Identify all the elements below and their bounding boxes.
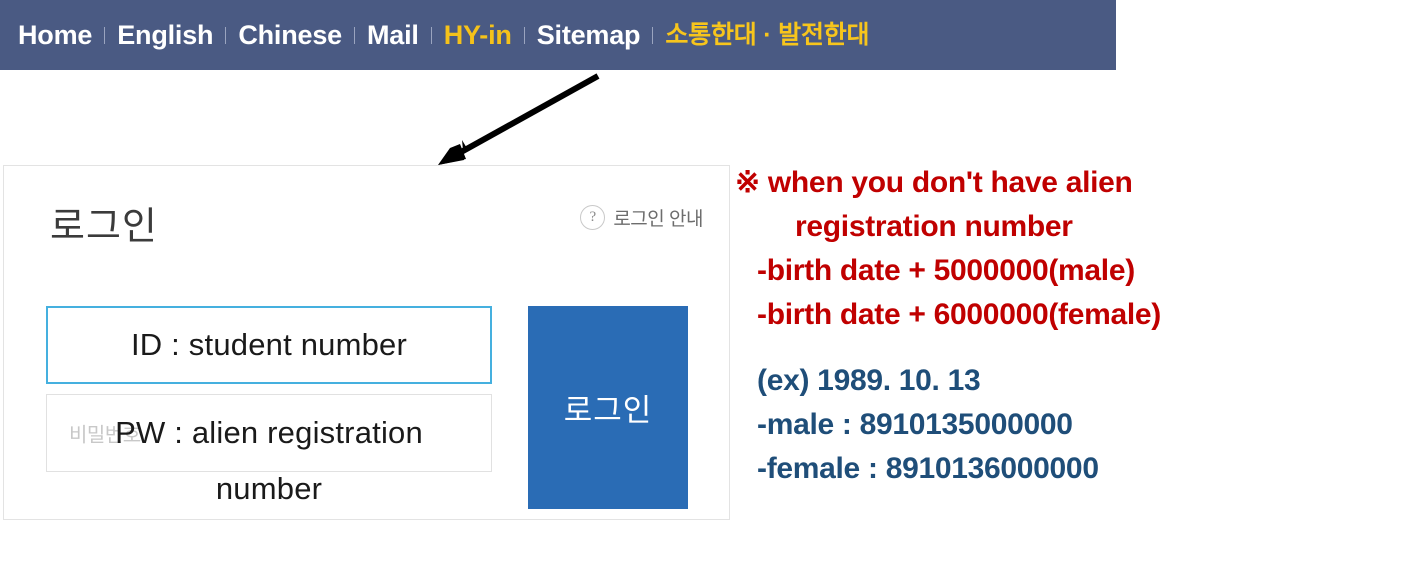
note-red-line-4: -birth date + 6000000(female)	[757, 298, 1161, 331]
nav-item-slogan[interactable]: 소통한대 · 발전한대	[665, 22, 869, 48]
id-input[interactable]: ID : student number	[46, 306, 492, 384]
login-heading: 로그인	[50, 206, 158, 248]
login-panel: 로그인 ? 로그인 안내 ID : student number 비밀번호 PW…	[3, 165, 730, 520]
note-red-line-1: ※ when you don't have alien	[735, 166, 1133, 199]
login-help-link[interactable]: ? 로그인 안내	[580, 204, 703, 231]
login-submit-button[interactable]: 로그인	[528, 306, 688, 509]
nav-item-mail[interactable]: Mail	[367, 21, 419, 49]
nav-item-english[interactable]: English	[117, 21, 213, 49]
pointer-arrow-icon	[438, 73, 600, 165]
top-navigation-bar: Home English Chinese Mail HY-in Sitemap …	[0, 0, 1116, 70]
password-input[interactable]: 비밀번호 PW : alien registration	[46, 394, 492, 472]
note-blue-line-1: (ex) 1989. 10. 13	[757, 364, 981, 397]
nav-separator	[225, 26, 227, 44]
nav-item-sitemap[interactable]: Sitemap	[537, 21, 641, 49]
note-blue-line-3: -female : 8910136000000	[757, 452, 1099, 485]
note-red-line-3: -birth date + 5000000(male)	[757, 254, 1135, 287]
note-blue-line-2: -male : 8910135000000	[757, 408, 1073, 441]
nav-item-home[interactable]: Home	[18, 21, 92, 49]
id-input-value: ID : student number	[130, 327, 408, 362]
nav-separator	[353, 26, 355, 44]
nav-separator	[652, 26, 654, 44]
nav-separator	[104, 26, 106, 44]
nav-separator	[430, 26, 432, 44]
password-input-value: PW : alien registration	[115, 415, 423, 450]
question-circle-icon: ?	[580, 205, 606, 230]
nav-item-chinese[interactable]: Chinese	[238, 21, 342, 49]
login-help-label: 로그인 안내	[613, 209, 703, 230]
note-section-spacer	[735, 330, 1419, 366]
note-red-line-2: registration number	[795, 210, 1073, 243]
nav-item-hy-in[interactable]: HY-in	[444, 21, 512, 49]
instruction-notes: ※ when you don't have alien registration…	[735, 168, 1419, 484]
nav-separator	[523, 26, 525, 44]
password-value-overflow: number	[215, 471, 323, 506]
